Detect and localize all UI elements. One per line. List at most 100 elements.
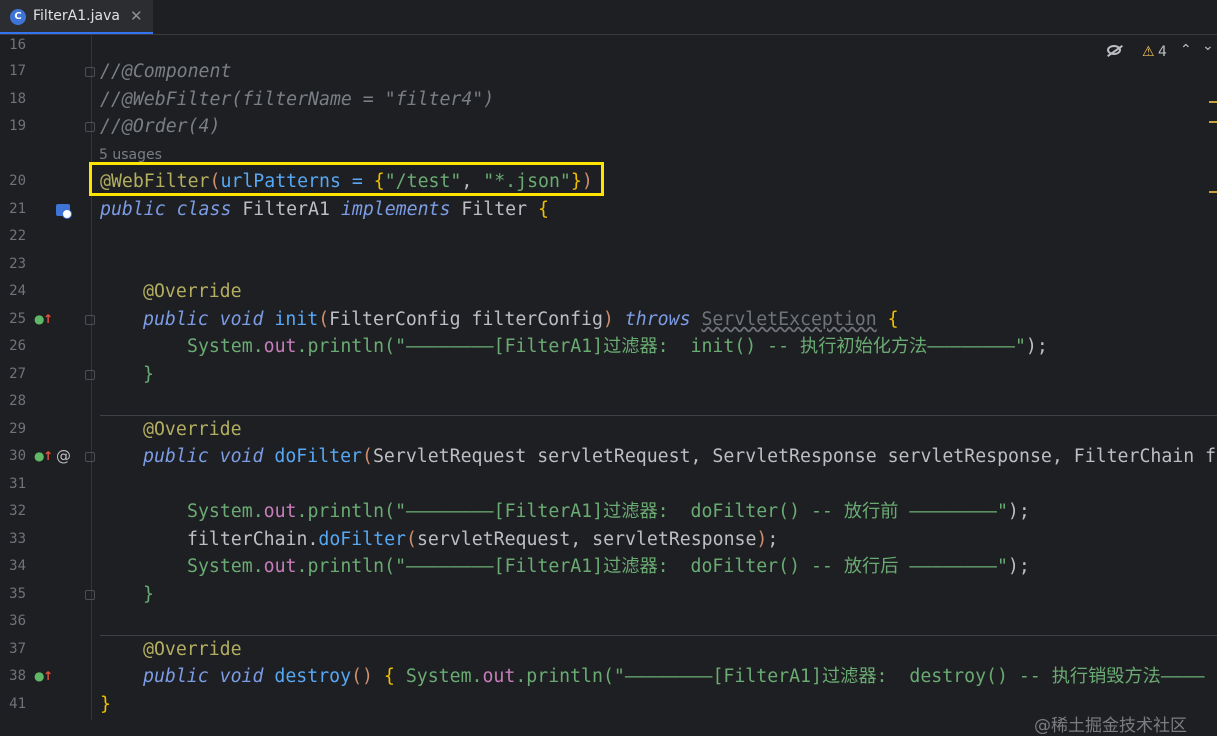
keyword: public void (143, 309, 275, 330)
end-call: ); (1025, 336, 1048, 357)
args: servletRequest, servletResponse (416, 529, 757, 550)
code-line: 18 //@WebFilter(filterName = "filter4") (0, 86, 1217, 114)
line-number: 21 (9, 201, 26, 217)
method-call: .println( (296, 501, 396, 522)
brace: { (887, 309, 899, 330)
code-line: 37 @Override (0, 636, 1217, 664)
line-number: 37 (9, 641, 26, 657)
println-call: System.out.println("————————[FilterA1]过滤… (187, 553, 1030, 581)
tab-title: FilterA1.java (33, 8, 120, 24)
comment: //@Order(4) (100, 116, 221, 137)
params: ServletRequest servletRequest, ServletRe… (372, 446, 1217, 467)
brace: } (100, 694, 111, 715)
scroll-marker[interactable] (1209, 191, 1217, 193)
editor-tab-bar: C FilterA1.java ✕ (0, 0, 1217, 35)
keyword: implements (340, 199, 462, 220)
code-line: 34 System.out.println("————————[FilterA1… (0, 553, 1217, 581)
watermark: @稀土掘金技术社区 (1034, 716, 1187, 736)
fold-marker[interactable] (85, 122, 95, 132)
line-number: 35 (9, 586, 26, 602)
code-line: 30 ● ↑ @ public void doFilter(ServletReq… (0, 443, 1217, 471)
tab-filtera1-java[interactable]: C FilterA1.java ✕ (0, 0, 153, 34)
line-number: 31 (9, 476, 26, 492)
comment: //@Component (100, 61, 232, 82)
line-number: 36 (9, 613, 26, 629)
line-number: 22 (9, 228, 26, 244)
class-declaration: public class FilterA1 implements Filter … (100, 196, 549, 224)
code-line: 38 ● ↑ public void destroy() { System.ou… (0, 663, 1217, 691)
interface-name: Filter (461, 199, 539, 220)
method-declaration: public void doFilter(ServletRequest serv… (143, 443, 1216, 471)
method-call: doFilter (318, 529, 407, 550)
dofilter-call: filterChain.doFilter(servletRequest, ser… (187, 529, 779, 550)
code-line: 17 //@Component (0, 58, 1217, 86)
method-name: init (274, 309, 319, 330)
code-line: 33 filterChain.doFilter(servletRequest, … (0, 526, 1217, 554)
line-number: 30 (9, 448, 26, 464)
end-call: ); (1007, 556, 1030, 577)
fold-marker[interactable] (85, 452, 95, 462)
brace: { (383, 666, 395, 687)
line-number: 29 (9, 421, 26, 437)
line-number: 34 (9, 558, 26, 574)
line-number: 32 (9, 503, 26, 519)
string: "————————[FilterA1]过滤器: doFilter() -- 放行… (395, 501, 1008, 522)
fold-marker[interactable] (85, 315, 95, 325)
paren: ) (602, 309, 614, 330)
string: "————————[FilterA1]过滤器: destroy() -- 执行销… (613, 666, 1205, 687)
override-arrow-icon[interactable]: ↑ (43, 663, 53, 691)
java-class-icon: C (10, 9, 26, 25)
string: "————————[FilterA1]过滤器: init() -- 执行初始化方… (395, 336, 1026, 357)
method-declaration: public void destroy() { System.out.print… (143, 663, 1205, 691)
line-number: 25 (9, 311, 26, 327)
paren: ( (406, 529, 417, 550)
line-number: 16 (9, 37, 26, 53)
println-call: System.out.println("————————[FilterA1]过滤… (187, 333, 1048, 361)
code-line: 36 (0, 608, 1217, 636)
end-call: ); (1007, 501, 1030, 522)
method-declaration: public void init(FilterConfig filterConf… (143, 306, 899, 334)
params: FilterConfig filterConfig (329, 309, 603, 330)
line-number: 20 (9, 173, 26, 189)
class-name: FilterA1 (242, 199, 341, 220)
code-line: 35 } (0, 581, 1217, 609)
code-line: 28 (0, 388, 1217, 416)
spring-bean-icon[interactable] (56, 204, 72, 219)
close-icon[interactable]: ✕ (130, 7, 143, 25)
scroll-marker[interactable] (1209, 121, 1217, 123)
method-name: destroy (274, 666, 352, 687)
code-line: 25 ● ↑ public void init(FilterConfig fil… (0, 306, 1217, 334)
brace: } (143, 364, 154, 385)
fold-marker[interactable] (85, 590, 95, 600)
method-call: .println( (515, 666, 614, 687)
class-ref: System. (187, 501, 264, 522)
override-arrow-icon[interactable]: ↑ (43, 443, 53, 471)
code-line: 24 @Override (0, 278, 1217, 306)
code-line: 21 public class FilterA1 implements Filt… (0, 196, 1217, 224)
brace: { (538, 199, 549, 220)
override-arrow-icon[interactable]: ↑ (43, 306, 53, 334)
code-line: 31 (0, 471, 1217, 499)
code-editor[interactable]: ⚠ 4 ⌃ ⌄ 16 17 //@Component 18 //@WebFilt… (0, 35, 1217, 736)
line-number: 24 (9, 283, 26, 299)
code-line: 19 //@Order(4) (0, 113, 1217, 141)
paren: ( (318, 309, 330, 330)
comment: //@WebFilter(filterName = "filter4") (100, 89, 495, 110)
mapping-at-icon[interactable]: @ (56, 443, 71, 471)
exception-type: ServletException (701, 309, 877, 330)
fold-marker[interactable] (85, 370, 95, 380)
code-line: 23 (0, 251, 1217, 279)
field-out: out (263, 556, 297, 577)
line-number: 38 (9, 668, 26, 684)
fold-marker[interactable] (85, 67, 95, 77)
method-call: .println( (296, 336, 396, 357)
paren: ( (362, 446, 373, 467)
annotation: @Override (143, 419, 242, 440)
paren: () (351, 666, 373, 687)
line-number: 28 (9, 393, 26, 409)
keyword: throws (613, 309, 702, 330)
scroll-marker[interactable] (1209, 101, 1217, 103)
keyword: public void (143, 446, 275, 467)
method-call: .println( (296, 556, 396, 577)
line-number: 27 (9, 366, 26, 382)
